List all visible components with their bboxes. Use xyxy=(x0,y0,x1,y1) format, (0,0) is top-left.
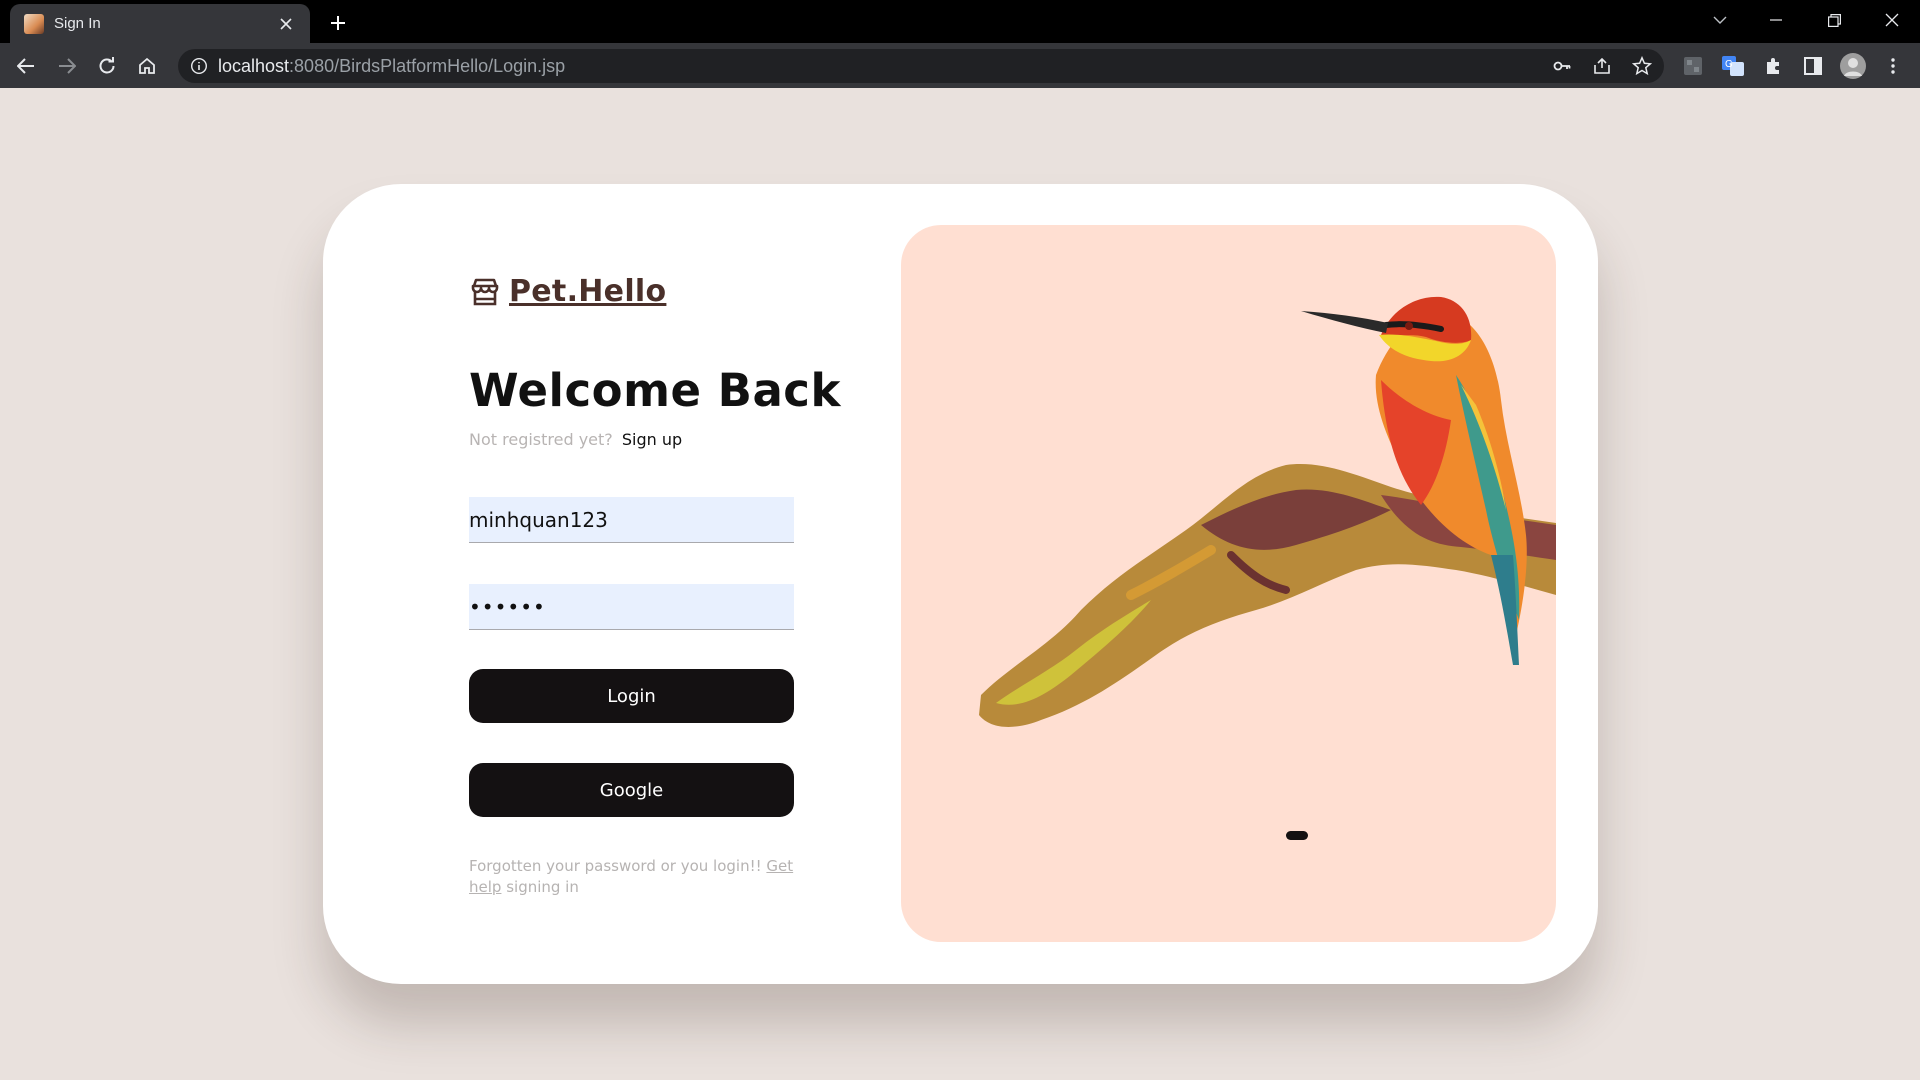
google-login-button[interactable]: Google xyxy=(469,763,794,817)
translate-icon[interactable]: G xyxy=(1717,50,1749,82)
get-help-link[interactable]: Get xyxy=(766,857,793,875)
tab-title: Sign In xyxy=(54,15,101,32)
restore-icon[interactable] xyxy=(1806,0,1862,40)
extension-grid-icon[interactable] xyxy=(1677,50,1709,82)
password-field[interactable]: •••••• xyxy=(469,584,794,630)
new-tab-icon[interactable] xyxy=(324,9,352,37)
side-panel-icon[interactable] xyxy=(1797,50,1829,82)
profile-avatar-icon[interactable] xyxy=(1837,50,1869,82)
url-text[interactable]: localhost:8080/BirdsPlatformHello/Login.… xyxy=(218,56,565,77)
close-tab-icon[interactable] xyxy=(276,14,296,34)
browser-tab-bar: Sign In xyxy=(0,0,1920,43)
signup-prompt: Not registred yet? Sign up xyxy=(469,430,682,449)
tab-search-icon[interactable] xyxy=(1692,0,1748,40)
key-icon[interactable] xyxy=(1552,56,1572,76)
help-text: Forgotten your password or you login!! G… xyxy=(469,857,794,896)
login-button[interactable]: Login xyxy=(469,669,794,723)
signup-link[interactable]: Sign up xyxy=(622,430,682,449)
password-value: •••••• xyxy=(469,595,546,619)
browser-tab[interactable]: Sign In xyxy=(10,4,310,43)
reload-icon[interactable] xyxy=(91,50,123,82)
brand-logo-link[interactable]: Pet.Hello xyxy=(469,274,666,309)
back-icon[interactable] xyxy=(10,50,42,82)
not-registered-text: Not registred yet? xyxy=(469,430,613,449)
login-card: Pet.Hello Welcome Back Not registred yet… xyxy=(323,184,1598,984)
share-icon[interactable] xyxy=(1592,56,1612,76)
forward-icon[interactable] xyxy=(51,50,83,82)
get-help-link-continued[interactable]: help xyxy=(469,878,501,896)
bookmark-star-icon[interactable] xyxy=(1632,56,1652,76)
brand-name: Pet.Hello xyxy=(509,274,667,309)
site-info-icon[interactable] xyxy=(190,57,208,75)
address-bar[interactable]: localhost:8080/BirdsPlatformHello/Login.… xyxy=(178,49,1664,83)
store-icon xyxy=(471,278,499,305)
page-title: Welcome Back xyxy=(469,364,841,417)
minimize-icon[interactable] xyxy=(1748,0,1804,40)
hero-image-panel xyxy=(901,225,1556,942)
bird-favicon-icon xyxy=(24,13,44,34)
username-field[interactable]: minhquan123 xyxy=(469,497,794,543)
close-window-icon[interactable] xyxy=(1864,0,1920,40)
menu-kebab-icon[interactable] xyxy=(1877,50,1909,82)
svg-text:G: G xyxy=(1725,59,1733,70)
extensions-puzzle-icon[interactable] xyxy=(1757,50,1789,82)
browser-toolbar: localhost:8080/BirdsPlatformHello/Login.… xyxy=(0,43,1920,88)
bird-on-branch-image xyxy=(979,296,1556,727)
home-icon[interactable] xyxy=(131,50,163,82)
carousel-indicator[interactable] xyxy=(1286,831,1308,840)
username-value: minhquan123 xyxy=(469,508,608,532)
